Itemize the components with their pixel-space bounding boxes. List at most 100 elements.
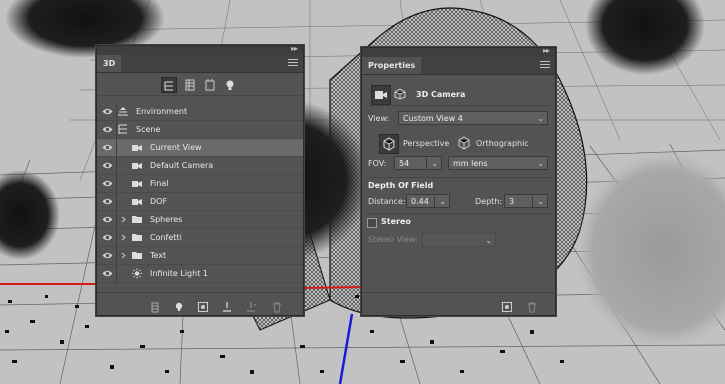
layer-row[interactable]: DOF (97, 193, 303, 211)
layer-row[interactable]: Text (97, 247, 303, 265)
visibility-eye-icon[interactable] (102, 125, 113, 134)
fov-value: 54 (399, 159, 410, 168)
3d-panel: ▸▸ 3D Environment Scene Current View Defaul… (96, 44, 304, 316)
chevron-down-icon[interactable]: ⌄ (537, 195, 544, 209)
panel-header-title: 3D Camera (416, 90, 466, 99)
layer-row[interactable]: Spheres (97, 211, 303, 229)
layer-row[interactable]: Environment (97, 103, 303, 121)
panel-titlebar[interactable]: ▸▸ (362, 46, 555, 57)
infinite-light-icon (131, 268, 143, 279)
tab-properties[interactable]: Properties (362, 57, 422, 74)
panel-tabbar: Properties (362, 57, 555, 75)
layer-label: Confetti (150, 233, 182, 242)
layer-label: Infinite Light 1 (150, 269, 208, 278)
materials-filter-icon[interactable] (203, 77, 217, 91)
view-label: View: (368, 114, 390, 123)
perspective-icon[interactable] (379, 134, 399, 154)
coordinates-icon[interactable] (394, 88, 406, 102)
fov-input[interactable]: 54 ⌄ (394, 156, 442, 170)
layer-label: Scene (136, 125, 161, 134)
perspective-label[interactable]: Perspective (403, 139, 449, 148)
add-light-icon[interactable] (173, 298, 185, 311)
panel-menu-icon[interactable] (288, 59, 298, 67)
chevron-down-icon[interactable]: ⌄ (431, 157, 438, 171)
camera-icon (131, 142, 143, 153)
lens-value: mm lens (453, 159, 488, 168)
visibility-eye-icon[interactable] (102, 161, 113, 170)
visibility-eye-icon[interactable] (102, 179, 113, 188)
layer-row[interactable]: Infinite Light 1 (97, 265, 303, 283)
layer-label: Current View (150, 143, 202, 152)
expand-arrow-icon[interactable] (120, 234, 127, 241)
chevron-down-icon[interactable]: ⌄ (439, 195, 446, 209)
layer-row[interactable]: Confetti (97, 229, 303, 247)
distance-input[interactable]: 0.44 ⌄ (406, 194, 450, 208)
visibility-eye-icon[interactable] (102, 143, 113, 152)
panel-titlebar[interactable]: ▸▸ (97, 44, 303, 55)
camera-icon[interactable] (371, 85, 391, 105)
layer-row[interactable]: Scene (97, 121, 303, 139)
layer-label: Environment (136, 107, 188, 116)
view-value: Custom View 4 (403, 114, 463, 123)
distance-value: 0.44 (411, 197, 429, 206)
visibility-eye-icon[interactable] (102, 269, 113, 278)
layer-label: Spheres (150, 215, 183, 224)
fov-row: FOV: 54 ⌄ mm lens ⌄ (362, 156, 555, 172)
visibility-eye-icon[interactable] (102, 251, 113, 260)
fov-label: FOV: (368, 159, 387, 168)
visibility-eye-icon[interactable] (102, 233, 113, 242)
render-icon[interactable] (501, 298, 513, 317)
expand-arrow-icon[interactable] (120, 252, 127, 259)
panel-menu-icon[interactable] (540, 61, 550, 69)
depth-value: 3 (509, 197, 515, 206)
orthographic-label[interactable]: Orthographic (476, 139, 529, 148)
collapse-icon[interactable]: ▸▸ (543, 46, 550, 55)
scene-icon (117, 124, 129, 135)
environment-icon (117, 106, 129, 117)
chevron-down-icon: ⌄ (537, 114, 544, 123)
camera-icon (131, 178, 143, 189)
render-icon[interactable] (149, 298, 161, 313)
meshes-filter-icon[interactable] (183, 77, 197, 91)
layer-label: DOF (150, 197, 168, 206)
visibility-eye-icon[interactable] (102, 215, 113, 224)
expand-arrow-icon[interactable] (120, 216, 127, 223)
layer-label: Text (150, 251, 167, 260)
stereo-label[interactable]: Stereo (381, 217, 411, 226)
stereo-row: Stereo (362, 217, 555, 229)
tab-3d[interactable]: 3D (97, 55, 122, 72)
view-select[interactable]: Custom View 4 ⌄ (398, 111, 548, 125)
distance-label: Distance: (368, 197, 406, 206)
depth-label: Depth: (475, 197, 503, 206)
view-row: View: Custom View 4 ⌄ (362, 111, 555, 127)
delete-icon[interactable] (526, 298, 538, 317)
visibility-eye-icon[interactable] (102, 197, 113, 206)
folder-icon (131, 232, 143, 243)
orthographic-icon[interactable] (457, 136, 471, 152)
layer-list: Environment Scene Current View Default Came… (97, 103, 303, 283)
visibility-eye-icon[interactable] (102, 107, 113, 116)
dof-row: Distance: 0.44 ⌄ Depth: 3 ⌄ (362, 194, 555, 210)
layer-row[interactable]: Default Camera (97, 157, 303, 175)
whole-scene-filter-icon[interactable] (161, 77, 177, 93)
stereo-view-label: Stereo View: (368, 235, 418, 244)
new-object-icon[interactable] (245, 298, 257, 312)
stereo-checkbox[interactable] (367, 218, 377, 228)
lights-filter-icon[interactable] (223, 77, 237, 91)
dof-title: Depth Of Field (368, 181, 434, 190)
folder-icon (131, 250, 143, 261)
panel-tabbar: 3D (97, 55, 303, 73)
layer-row[interactable]: Final (97, 175, 303, 193)
collapse-icon[interactable]: ▸▸ (291, 44, 298, 53)
stereo-view-select: ⌄ (422, 233, 496, 247)
folder-icon (131, 214, 143, 225)
camera-icon (131, 196, 143, 207)
depth-input[interactable]: 3 ⌄ (504, 194, 548, 208)
panel-bottom-toolbar (362, 292, 555, 315)
layer-label: Default Camera (150, 161, 214, 170)
delete-icon[interactable] (271, 298, 283, 313)
layer-row[interactable]: Current View (97, 139, 303, 157)
add-constraint-icon[interactable] (197, 298, 209, 312)
drop-to-ground-icon[interactable] (221, 298, 233, 312)
lens-select[interactable]: mm lens ⌄ (448, 156, 548, 170)
